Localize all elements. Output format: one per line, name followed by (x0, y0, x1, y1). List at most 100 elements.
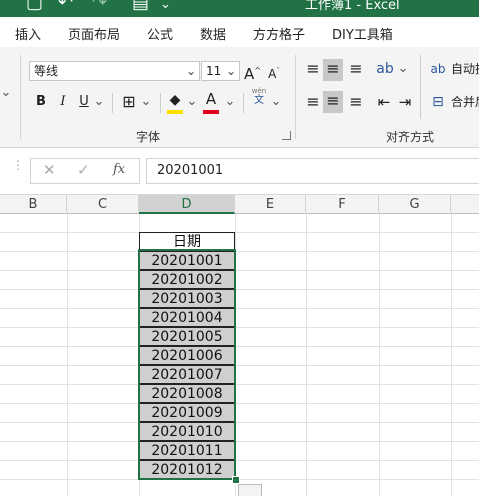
chevron-down-icon[interactable]: ⌄ (0, 83, 12, 103)
column-header-e[interactable]: E (235, 195, 306, 214)
divider (160, 93, 161, 113)
grid-horizontal-line (0, 308, 479, 309)
ribbon-body: ⌄ 等线 ⌄ 11 ⌄ A^ Aˇ B I U ⌄ ⊞ ⌄ ◆ ⌄ A ⌄ wé… (0, 47, 479, 148)
column-header-f[interactable]: F (306, 195, 379, 214)
divider (112, 93, 113, 113)
align-top-icon[interactable]: ≡ (304, 59, 322, 79)
column-headers: B C D E F G (0, 194, 479, 214)
chevron-down-icon[interactable]: ⌄ (397, 59, 409, 79)
save-icon[interactable]: ▢ (26, 0, 43, 13)
grid-horizontal-line (0, 251, 479, 252)
align-middle-icon[interactable]: ≡ (323, 59, 343, 81)
redo-icon[interactable]: ↷ (92, 0, 107, 13)
italic-label: I (60, 94, 66, 109)
chevron-down-icon[interactable]: ⌄ (140, 92, 152, 112)
fill-color-bar (167, 110, 183, 114)
column-header-h[interactable] (451, 195, 479, 214)
font-color-button[interactable]: A (202, 89, 220, 109)
divider (420, 55, 421, 119)
ribbon-tabs: 插入 页面布局 公式 数据 方方格子 DIY工具箱 (0, 17, 479, 47)
column-header-d[interactable]: D (139, 195, 235, 214)
italic-button[interactable]: I (56, 92, 70, 112)
align-right-icon[interactable]: ≡ (347, 92, 365, 112)
decrease-indent-icon[interactable]: ⇤ (375, 92, 393, 112)
grid-horizontal-line (0, 365, 479, 366)
grid-horizontal-line (0, 441, 479, 442)
formula-bar-grip-icon[interactable]: ⋮ (12, 158, 24, 172)
chevron-down-icon: ⌄ (225, 64, 236, 78)
formula-input[interactable]: 20201001 (146, 158, 479, 184)
title-bar: ▢ ↶ ↷ ▤ ⌄ 工作簿1 - Excel (0, 0, 479, 17)
grid-horizontal-line (0, 403, 479, 404)
tab-insert[interactable]: 插入 (15, 24, 41, 43)
tab-page-layout[interactable]: 页面布局 (68, 24, 120, 43)
tab-data[interactable]: 数据 (200, 24, 226, 43)
chevron-down-icon: ⌄ (185, 64, 196, 78)
borders-icon[interactable]: ⊞ (120, 92, 138, 112)
chevron-down-icon[interactable]: ⌄ (270, 92, 282, 112)
wrap-text-button[interactable]: 自动换 (451, 59, 479, 79)
merge-center-icon[interactable]: ⊟ (430, 92, 446, 112)
selection-border (138, 249, 236, 480)
align-center-icon[interactable]: ≡ (323, 91, 343, 113)
grid-vertical-line (67, 214, 68, 496)
phonetic-label: 文 (254, 95, 264, 106)
align-bottom-icon[interactable]: ≡ (347, 59, 365, 79)
phonetic-guide-button[interactable]: wén 文 (250, 87, 268, 106)
undo-icon[interactable]: ↶ (58, 0, 73, 13)
fill-handle[interactable] (232, 476, 240, 484)
font-size-select[interactable]: 11 ⌄ (201, 61, 240, 81)
grid-horizontal-line (0, 346, 479, 347)
font-dialog-launcher-icon[interactable] (282, 131, 291, 140)
column-header-c[interactable]: C (67, 195, 139, 214)
align-left-icon[interactable]: ≡ (304, 92, 322, 112)
grid-horizontal-line (0, 289, 479, 290)
tab-fangfang[interactable]: 方方格子 (253, 24, 305, 43)
insert-function-button[interactable]: fx (113, 162, 125, 177)
underline-button[interactable]: U (77, 92, 91, 112)
enter-icon[interactable]: ✓ (77, 161, 90, 179)
alignment-group-label: 对齐方式 (386, 130, 435, 144)
orientation-icon[interactable]: ab (375, 59, 395, 79)
font-group-label: 字体 (136, 130, 161, 144)
grow-font-button[interactable]: A^ (244, 61, 261, 84)
shrink-font-button[interactable]: Aˇ (266, 61, 282, 84)
group-separator (20, 55, 21, 139)
wrap-text-icon[interactable]: ab (430, 59, 446, 79)
chevron-down-icon[interactable]: ⌄ (224, 92, 236, 112)
grid-vertical-line (306, 214, 307, 496)
grid-horizontal-line (0, 232, 479, 233)
tab-diy-toolbox[interactable]: DIY工具箱 (332, 24, 393, 43)
underline-label: U (79, 94, 89, 109)
column-header-g[interactable]: G (379, 195, 451, 214)
grid-horizontal-line (0, 327, 479, 328)
grid-horizontal-line (0, 460, 479, 461)
font-color-bar (203, 110, 219, 114)
chevron-down-icon[interactable]: ⌄ (186, 92, 198, 112)
bold-label: B (36, 94, 46, 109)
grid-vertical-line (451, 214, 452, 496)
grid-horizontal-line (0, 384, 479, 385)
quick-analysis-icon[interactable] (238, 484, 262, 496)
font-name-value: 等线 (34, 64, 59, 78)
fill-color-icon[interactable]: ◆ (166, 90, 184, 110)
merge-center-button[interactable]: 合并后 (451, 92, 479, 112)
window-title: 工作簿1 - Excel (305, 0, 400, 13)
font-color-letter: A (205, 90, 217, 108)
cancel-icon[interactable]: ✕ (43, 161, 56, 179)
group-separator (295, 55, 296, 139)
worksheet-grid[interactable]: 日期 20201001 20201002 20201003 20201004 20201… (0, 214, 479, 496)
customize-toolbar-icon[interactable]: ⌄ (160, 0, 171, 12)
font-name-select[interactable]: 等线 ⌄ (29, 61, 200, 81)
print-preview-icon[interactable]: ▤ (132, 0, 149, 13)
increase-indent-icon[interactable]: ⇥ (396, 92, 414, 112)
tab-formulas[interactable]: 公式 (147, 24, 173, 43)
formula-buttons: ✕ ✓ fx (30, 158, 140, 184)
column-header-b[interactable]: B (0, 195, 67, 214)
font-size-value: 11 (206, 64, 222, 78)
grid-horizontal-line (0, 422, 479, 423)
chevron-down-icon[interactable]: ⌄ (93, 92, 105, 112)
grid-vertical-line (379, 214, 380, 496)
divider (243, 93, 244, 113)
bold-button[interactable]: B (34, 92, 48, 112)
